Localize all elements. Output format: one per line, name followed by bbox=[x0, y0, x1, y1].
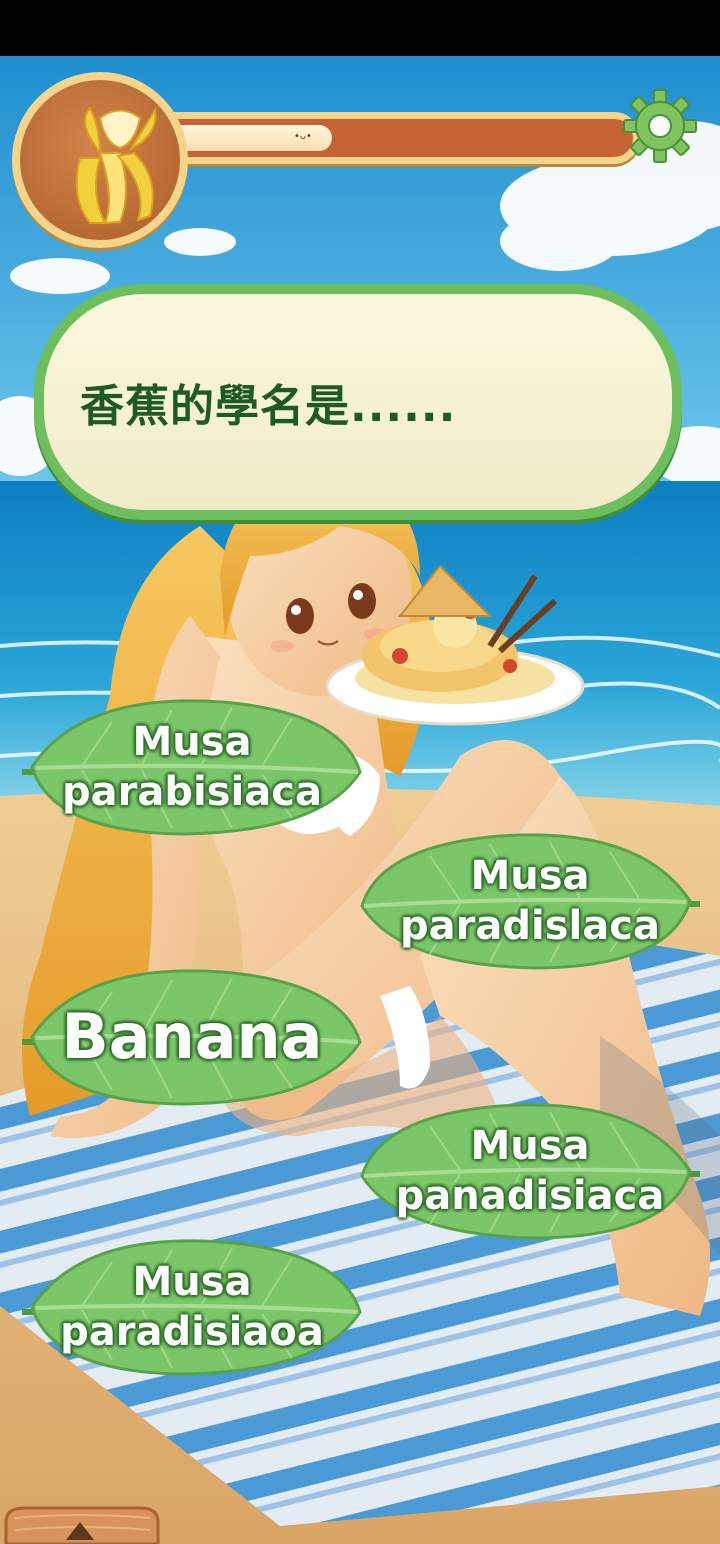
question-text: 香蕉的學名是...... bbox=[80, 381, 457, 432]
answer-line-2: panadisiaca bbox=[395, 1173, 665, 1219]
answer-line-1: Banana bbox=[61, 1000, 323, 1073]
status-bar bbox=[0, 0, 720, 56]
answer-line-1: Musa bbox=[470, 1123, 590, 1169]
answer-line-2: parabisiaca bbox=[62, 769, 322, 815]
answer-option-1[interactable]: Musa parabisiaca bbox=[22, 692, 362, 842]
answer-line-2: paradisiaoa bbox=[60, 1309, 324, 1355]
answer-line-1: Musa bbox=[132, 1259, 252, 1305]
beach-scene: •ᴗ• 香蕉的學名是...... Musa parabisiaca Musa p… bbox=[0, 56, 720, 1544]
answer-label: Musa parabisiaca bbox=[22, 692, 362, 842]
gear-icon bbox=[623, 89, 697, 163]
settings-button[interactable] bbox=[620, 86, 700, 166]
answer-label: Musa panadisiaca bbox=[360, 1096, 700, 1246]
answer-option-5[interactable]: Musa paradisiaoa bbox=[22, 1232, 362, 1382]
banana-icon bbox=[75, 106, 157, 225]
answer-label: Musa paradislaca bbox=[360, 826, 700, 976]
game-screen: •ᴗ• 香蕉的學名是...... Musa parabisiaca Musa p… bbox=[0, 0, 720, 1544]
answer-label: Musa paradisiaoa bbox=[22, 1232, 362, 1382]
answer-label: Banana bbox=[22, 962, 362, 1112]
progress-face: •ᴗ• bbox=[294, 131, 312, 142]
menu-expand-button[interactable] bbox=[0, 1504, 164, 1544]
progress-track: •ᴗ• bbox=[140, 112, 640, 164]
answer-line-1: Musa bbox=[132, 719, 252, 765]
question-panel-inner: 香蕉的學名是...... bbox=[44, 294, 672, 510]
answer-option-4[interactable]: Musa panadisiaca bbox=[360, 1096, 700, 1246]
answer-option-3[interactable]: Banana bbox=[22, 962, 362, 1112]
progress-bar: •ᴗ• bbox=[10, 70, 710, 260]
answer-line-1: Musa bbox=[470, 853, 590, 899]
answer-line-2: paradislaca bbox=[400, 903, 660, 949]
answer-option-2[interactable]: Musa paradislaca bbox=[360, 826, 700, 976]
question-panel: 香蕉的學名是...... bbox=[34, 284, 682, 520]
